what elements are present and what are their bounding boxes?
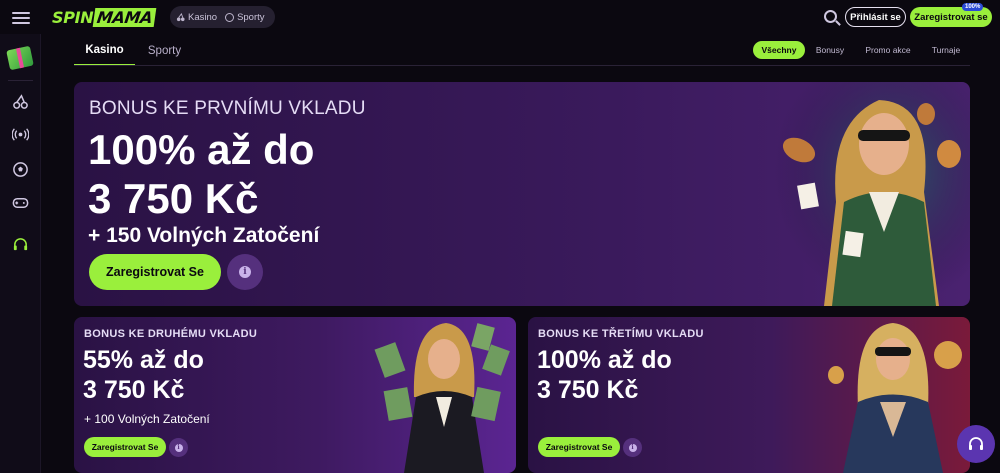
filter-bonuses[interactable]: Bonusy bbox=[810, 41, 850, 59]
soccer-ball-icon[interactable] bbox=[12, 161, 29, 178]
card-register-button[interactable]: Zaregistrovat Se bbox=[538, 437, 620, 457]
info-icon: i bbox=[239, 266, 251, 278]
card-info-button[interactable]: i bbox=[623, 438, 642, 457]
mode-casino[interactable]: Kasino bbox=[176, 12, 217, 23]
card-free-spins: + 100 Volných Zatočení bbox=[84, 412, 210, 426]
mode-sports[interactable]: Sporty bbox=[225, 11, 265, 23]
sidebar bbox=[0, 34, 41, 473]
register-badge: 100% bbox=[962, 3, 984, 11]
mode-sports-label: Sporty bbox=[237, 11, 265, 23]
card-register-button[interactable]: Zaregistrovat Se bbox=[84, 437, 166, 457]
filter-all[interactable]: Všechny bbox=[753, 41, 805, 59]
card-headline-line2: 3 750 Kč bbox=[83, 376, 185, 404]
search-icon[interactable] bbox=[824, 10, 837, 23]
sidebar-divider bbox=[8, 80, 33, 81]
banner-headline-line1: 100% až do bbox=[88, 126, 315, 173]
card-info-button[interactable]: i bbox=[169, 438, 188, 457]
tab-casino[interactable]: Kasino bbox=[74, 36, 135, 66]
third-deposit-card[interactable]: BONUS KE TŘETÍMU VKLADU 100% až do 3 750… bbox=[528, 317, 970, 473]
gamepad-icon[interactable] bbox=[12, 194, 29, 211]
cherry-icon[interactable] bbox=[12, 93, 29, 110]
support-chat-button[interactable] bbox=[957, 425, 995, 463]
login-button[interactable]: Přihlásit se bbox=[845, 7, 906, 27]
mode-casino-label: Kasino bbox=[188, 11, 218, 23]
card-illustration bbox=[828, 323, 962, 473]
hero-illustration bbox=[774, 82, 970, 306]
logo-spin-text: SPIN bbox=[52, 7, 94, 27]
banner-free-spins: + 150 Volných Zatočení bbox=[88, 224, 320, 247]
menu-icon[interactable] bbox=[12, 9, 30, 25]
cherry-icon bbox=[176, 12, 185, 21]
banner-register-button[interactable]: Zaregistrovat Se bbox=[89, 254, 221, 290]
info-icon: i bbox=[628, 443, 637, 452]
card-illustration bbox=[374, 323, 510, 473]
banner-subtitle: BONUS KE PRVNÍMU VKLADU bbox=[89, 98, 366, 119]
card-headline-line1: 55% až do bbox=[83, 346, 204, 374]
banner-info-button[interactable]: i bbox=[227, 254, 263, 290]
second-deposit-card[interactable]: BONUS KE DRUHÉMU VKLADU 55% až do 3 750 … bbox=[74, 317, 516, 473]
headset-icon bbox=[969, 437, 983, 450]
live-broadcast-icon[interactable] bbox=[12, 126, 29, 143]
tab-sports[interactable]: Sporty bbox=[137, 36, 192, 66]
logo-mama-text: MAMA bbox=[93, 7, 158, 27]
mode-switch: Kasino Sporty bbox=[170, 6, 275, 28]
card-headline-line2: 3 750 Kč bbox=[537, 376, 639, 404]
tabs-divider bbox=[74, 65, 970, 66]
logo[interactable]: SPIN MAMA bbox=[52, 6, 158, 28]
first-deposit-banner[interactable]: BONUS KE PRVNÍMU VKLADU 100% až do 3 750… bbox=[74, 82, 970, 306]
info-icon: i bbox=[174, 443, 183, 452]
page: SPIN MAMA Kasino Sporty Přihlásit se Zar… bbox=[0, 0, 1000, 473]
headset-icon[interactable] bbox=[12, 236, 29, 253]
card-headline-line1: 100% až do bbox=[537, 346, 672, 374]
top-bar: SPIN MAMA Kasino Sporty Přihlásit se Zar… bbox=[0, 0, 1000, 34]
soccer-ball-icon bbox=[225, 12, 235, 22]
filter-promos[interactable]: Promo akce bbox=[859, 41, 917, 59]
card-subtitle: BONUS KE DRUHÉMU VKLADU bbox=[84, 328, 258, 340]
promo-gift-icon[interactable] bbox=[6, 45, 34, 71]
banner-headline-line2: 3 750 Kč bbox=[88, 175, 259, 222]
filter-tournaments[interactable]: Turnaje bbox=[925, 41, 967, 59]
card-subtitle: BONUS KE TŘETÍMU VKLADU bbox=[538, 328, 704, 340]
